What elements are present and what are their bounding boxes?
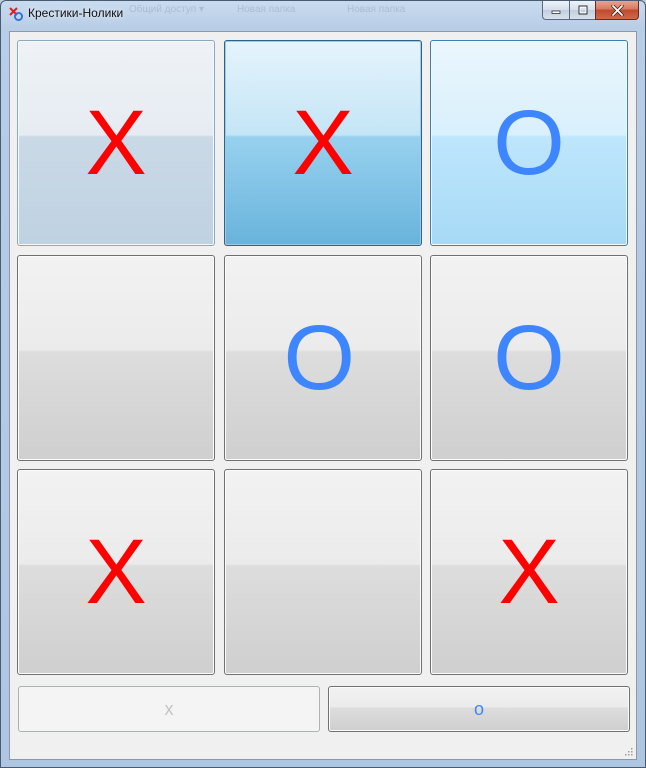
board-cell-8[interactable] — [224, 469, 422, 675]
app-window: Крестики-Нолики Общий доступ ▾ Новая пап… — [0, 0, 646, 768]
resize-grip-icon[interactable] — [623, 746, 633, 756]
background-menu-item: Общий доступ ▾ — [129, 4, 204, 15]
cell-mark: O — [493, 307, 565, 409]
board-cell-5[interactable]: O — [224, 255, 422, 461]
minimize-icon — [551, 10, 561, 14]
background-menu-item: Новая папка — [237, 4, 296, 15]
title-bar[interactable]: Крестики-Нолики Общий доступ ▾ Новая пап… — [1, 1, 645, 27]
player-o-button[interactable]: o — [328, 686, 630, 732]
cell-mark: X — [292, 92, 354, 194]
cell-mark: X — [85, 92, 147, 194]
cell-mark: O — [283, 307, 355, 409]
board-cell-2[interactable]: X — [224, 40, 422, 246]
maximize-icon — [578, 5, 587, 15]
close-icon — [610, 4, 624, 16]
board-cell-7[interactable]: X — [17, 469, 215, 675]
minimize-button[interactable] — [542, 1, 569, 20]
board-cell-1[interactable]: X — [17, 40, 215, 246]
window-title: Крестики-Нолики — [28, 6, 124, 20]
player-x-button[interactable]: x — [18, 686, 320, 732]
cell-mark: X — [498, 521, 560, 623]
cell-mark: O — [493, 92, 565, 194]
background-menu-item: Новая папка — [347, 4, 406, 15]
player-x-label: x — [164, 698, 174, 719]
player-o-label: o — [473, 698, 484, 719]
close-button[interactable] — [595, 1, 639, 20]
cell-mark: X — [85, 521, 147, 623]
board-cell-4[interactable] — [17, 255, 215, 461]
tictactoe-app-icon — [9, 7, 23, 21]
board-cell-9[interactable]: X — [430, 469, 628, 675]
board-cell-3[interactable]: O — [430, 40, 628, 246]
board-cell-6[interactable]: O — [430, 255, 628, 461]
game-panel: X X O O O X X x o — [9, 31, 637, 760]
caption-buttons — [542, 1, 639, 20]
maximize-button[interactable] — [569, 1, 595, 20]
